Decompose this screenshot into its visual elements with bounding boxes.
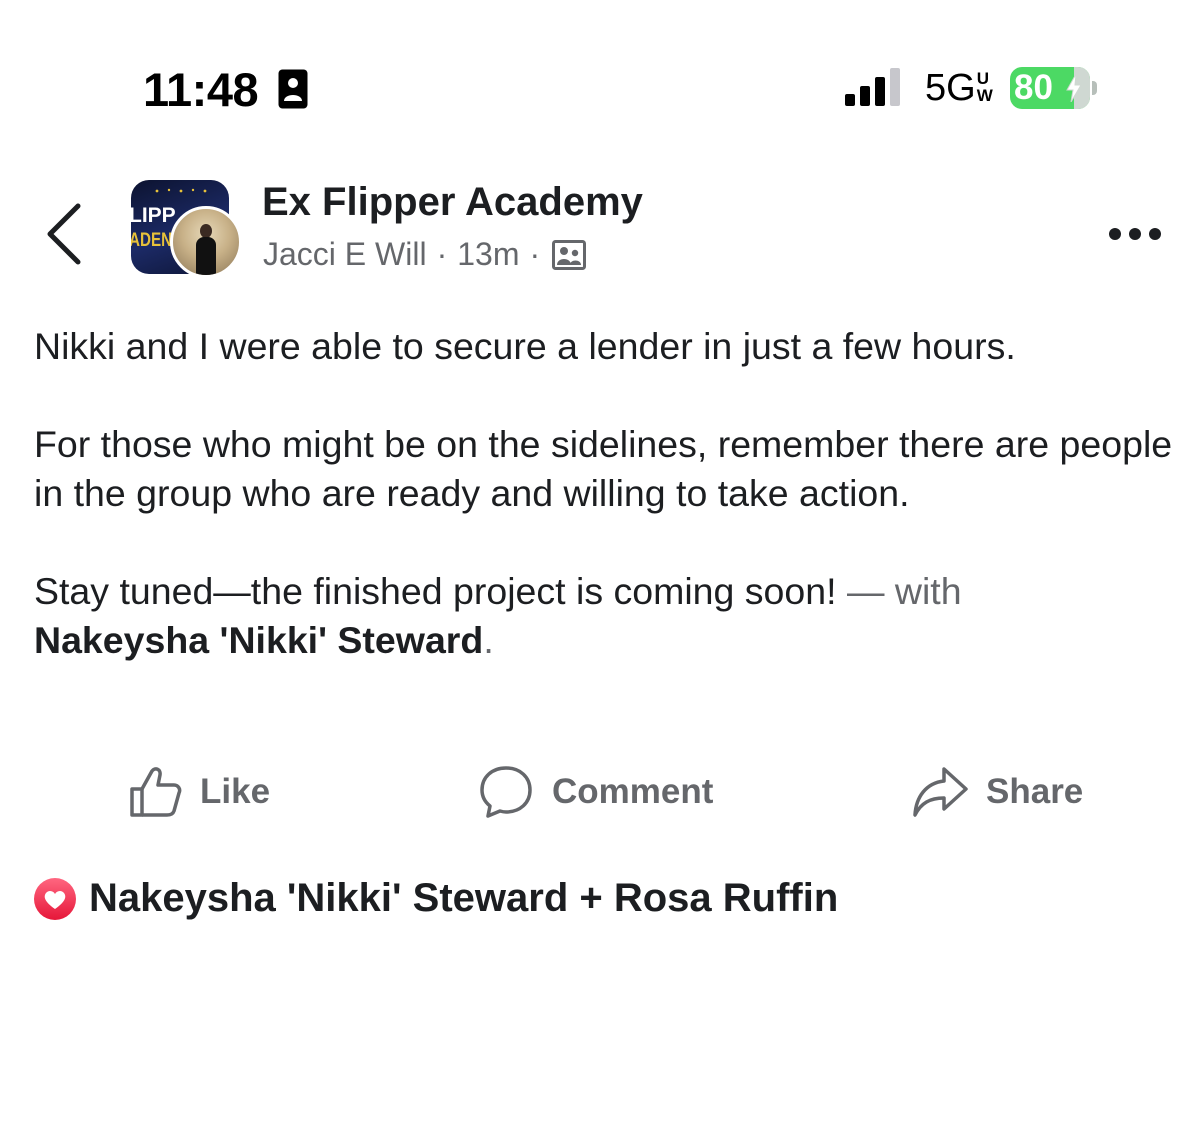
more-options-icon[interactable] xyxy=(1106,222,1164,246)
with-label: — with xyxy=(836,570,962,612)
reactions-summary[interactable]: Nakeysha 'Nikki' Steward + Rosa Ruffin xyxy=(33,876,838,921)
avatar-figure-head xyxy=(200,224,212,238)
group-logo-text-top: LIPP xyxy=(131,204,176,227)
meta-separator: · xyxy=(529,236,541,272)
group-logo-text-bottom: ADEN xyxy=(131,230,173,251)
post-paragraph-with-tag: Stay tuned—the finished project is comin… xyxy=(34,567,1174,665)
network-type: 5G xyxy=(925,67,976,109)
comment-bubble-icon xyxy=(480,766,532,818)
reaction-names: Nakeysha 'Nikki' Steward + Rosa Ruffin xyxy=(89,876,839,920)
network-band-top: U xyxy=(976,69,989,88)
status-bar: 11:48 5G U W 80 xyxy=(0,0,1200,150)
like-label: Like xyxy=(200,772,271,811)
post-time[interactable]: 13m xyxy=(457,236,519,273)
network-band: U W xyxy=(977,70,993,104)
network-band-bottom: W xyxy=(976,86,993,105)
logo-stars xyxy=(155,188,207,193)
status-time: 11:48 xyxy=(143,63,259,116)
avatar-figure-body xyxy=(196,237,216,275)
love-reaction-icon xyxy=(34,877,76,920)
tag-period: . xyxy=(483,619,494,661)
network-indicator: 5G U W xyxy=(925,66,993,110)
comment-button[interactable]: Comment xyxy=(478,760,713,824)
back-button[interactable] xyxy=(40,200,88,268)
post-paragraph: For those who might be on the sidelines,… xyxy=(34,423,1173,514)
comment-label: Comment xyxy=(552,772,714,811)
author-name[interactable]: Jacci E Will xyxy=(263,236,427,273)
cellular-signal-icon xyxy=(845,68,900,106)
share-arrow-icon xyxy=(913,767,968,817)
post-text: Nikki and I were able to secure a lender… xyxy=(34,322,1174,665)
tagged-person-link[interactable]: Nakeysha 'Nikki' Steward xyxy=(34,619,483,661)
bolt-icon xyxy=(1066,74,1082,102)
thumbs-up-icon xyxy=(130,767,182,817)
share-label: Share xyxy=(986,772,1084,811)
post-paragraph: Nikki and I were able to secure a lender… xyxy=(34,325,1016,367)
person-badge-icon xyxy=(278,69,308,109)
author-avatar[interactable] xyxy=(170,206,242,278)
post-paragraph: Stay tuned—the finished project is comin… xyxy=(34,570,837,612)
post-meta: Jacci E Will · 13m · xyxy=(263,236,587,273)
share-button[interactable]: Share xyxy=(912,760,1083,824)
like-button[interactable]: Like xyxy=(128,760,270,824)
members-only-icon xyxy=(552,239,587,270)
group-name[interactable]: Ex Flipper Academy xyxy=(262,180,643,225)
battery-tip xyxy=(1092,81,1097,95)
meta-separator: · xyxy=(436,236,448,272)
